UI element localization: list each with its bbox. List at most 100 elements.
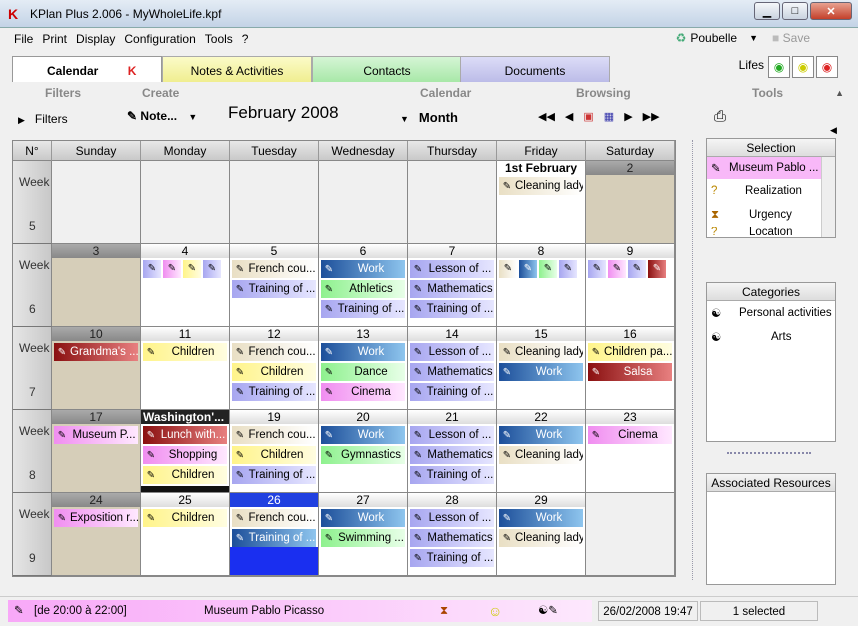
event-item[interactable]: ✎ Gymnastics	[321, 446, 405, 464]
event-item[interactable]: ✎ Training of ...	[232, 383, 316, 401]
event-item[interactable]: ✎ Mathematics	[410, 446, 494, 464]
selection-item[interactable]: ? Location	[707, 227, 835, 237]
event-item[interactable]: ✎ Children	[143, 509, 227, 527]
day-cell[interactable]: 4 ✎ ✎ ✎ ✎	[141, 244, 230, 327]
event-item[interactable]: ✎ Children	[143, 466, 227, 484]
event-item[interactable]: ✎ Cleaning lady	[499, 343, 583, 361]
event-item[interactable]: ✎ Shopping	[143, 446, 227, 464]
minimize-button[interactable]: ▁	[754, 2, 780, 20]
event-chip[interactable]: ✎	[648, 260, 666, 278]
collapse-icon[interactable]: ▲	[835, 88, 844, 98]
day-cell[interactable]: 3	[52, 244, 141, 327]
event-item[interactable]: ✎ Training of ...	[410, 383, 494, 401]
event-item[interactable]: ✎ Lesson of ...	[410, 509, 494, 527]
event-chip[interactable]: ✎	[539, 260, 557, 278]
day-cell[interactable]: 21 ✎ Lesson of ... ✎ Mathematics ✎ Training of…	[408, 410, 497, 493]
day-cell[interactable]: 1st February ✎ Cleaning lady	[497, 161, 586, 244]
event-item[interactable]: ✎ French cou...	[232, 343, 316, 361]
tab-calendar[interactable]: Calendar K	[12, 56, 162, 82]
event-chip[interactable]: ✎	[588, 260, 606, 278]
event-item[interactable]: ✎ Lesson of ...	[410, 343, 494, 361]
event-chip[interactable]: ✎	[628, 260, 646, 278]
event-item[interactable]: ✎ French cou...	[232, 509, 316, 527]
event-item[interactable]: ✎ Children	[232, 446, 316, 464]
event-item[interactable]: ✎ Cleaning lady	[499, 446, 583, 464]
selection-scrollbar[interactable]	[821, 157, 835, 237]
event-item[interactable]: ✎ Work	[499, 426, 583, 444]
last-page-icon[interactable]: ▶▶	[643, 110, 660, 123]
day-cell[interactable]: 19 ✎ French cou... ✎ Children ✎ Training of ..…	[230, 410, 319, 493]
day-cell[interactable]	[230, 161, 319, 244]
next-page-icon[interactable]: ▶	[624, 110, 632, 123]
close-button[interactable]: ✕	[810, 2, 852, 20]
day-cell[interactable]	[141, 161, 230, 244]
day-cell[interactable]: 13 ✎ Work ✎ Dance ✎ Cinema	[319, 327, 408, 410]
create-note-button[interactable]: ✎ Note... ▼	[127, 109, 197, 123]
today-icon[interactable]: ▣	[583, 110, 593, 123]
day-cell[interactable]	[408, 161, 497, 244]
day-cell[interactable]: 27 ✎ Work ✎ Swimming ...	[319, 493, 408, 576]
event-item[interactable]: ✎ Children	[232, 363, 316, 381]
event-chip[interactable]: ✎	[203, 260, 221, 278]
event-chip[interactable]: ✎	[519, 260, 537, 278]
side-collapse-icon[interactable]: ◀	[830, 125, 837, 136]
event-item[interactable]: ✎ Training of ...	[232, 529, 316, 547]
event-item[interactable]: ✎ Training of ...	[410, 300, 494, 318]
event-item[interactable]: ✎ French cou...	[232, 426, 316, 444]
day-cell[interactable]: 22 ✎ Work ✎ Cleaning lady	[497, 410, 586, 493]
event-item[interactable]: ✎ Lesson of ...	[410, 260, 494, 278]
event-item[interactable]: ✎ Cleaning lady	[499, 177, 583, 195]
day-cell[interactable]	[52, 161, 141, 244]
tab-notes[interactable]: Notes & Activities	[162, 56, 312, 82]
event-item[interactable]: ✎ Athletics	[321, 280, 405, 298]
event-item[interactable]: ✎ Cinema	[588, 426, 672, 444]
first-page-icon[interactable]: ◀◀	[538, 110, 555, 123]
selection-item[interactable]: ? Realization	[707, 179, 835, 203]
day-cell[interactable]: 14 ✎ Lesson of ... ✎ Mathematics ✎ Training of…	[408, 327, 497, 410]
day-cell[interactable]: 28 ✎ Lesson of ... ✎ Mathematics ✎ Training of…	[408, 493, 497, 576]
event-chip[interactable]: ✎	[499, 260, 517, 278]
life-red-button[interactable]: ◉	[816, 56, 838, 78]
event-item[interactable]: ✎ Work	[321, 509, 405, 527]
day-cell[interactable]: 16 ✎ Children pa... ✎ Salsa	[586, 327, 675, 410]
event-item[interactable]: ✎ Exposition r...	[54, 509, 138, 527]
event-item[interactable]: ✎ Cleaning lady	[499, 529, 583, 547]
day-cell[interactable]: 26 ✎ French cou... ✎ Training of ...	[230, 493, 319, 576]
selection-item[interactable]: ✎ Museum Pablo ...	[707, 157, 835, 179]
tab-documents[interactable]: Documents	[460, 56, 610, 82]
event-item[interactable]: ✎ Work	[321, 343, 405, 361]
poubelle-button[interactable]: ♻ Poubelle ▼	[676, 31, 758, 45]
day-cell[interactable]: 2	[586, 161, 675, 244]
event-item[interactable]: ✎ Work	[321, 260, 405, 278]
selection-item[interactable]: ⧗ Urgency	[707, 203, 835, 227]
event-chip[interactable]: ✎	[608, 260, 626, 278]
day-cell[interactable]: 25 ✎ Children	[141, 493, 230, 576]
category-item[interactable]: ☯ Arts	[707, 325, 835, 349]
maximize-button[interactable]: □	[782, 2, 808, 20]
event-chip[interactable]: ✎	[163, 260, 181, 278]
life-green-button[interactable]: ◉	[768, 56, 790, 78]
day-cell[interactable]	[586, 493, 675, 576]
day-cell[interactable]: 11 ✎ Children	[141, 327, 230, 410]
menu-tools[interactable]: Tools	[205, 32, 233, 46]
event-item[interactable]: ✎ Cinema	[321, 383, 405, 401]
day-cell[interactable]: 17 ✎ Museum P...	[52, 410, 141, 493]
event-item[interactable]: ✎ Training of ...	[410, 549, 494, 567]
event-chip[interactable]: ✎	[559, 260, 577, 278]
menu-display[interactable]: Display	[76, 32, 115, 46]
day-cell[interactable]: 9 ✎ ✎ ✎ ✎	[586, 244, 675, 327]
menu-print[interactable]: Print	[42, 32, 67, 46]
event-item[interactable]: ✎ Swimming ...	[321, 529, 405, 547]
day-cell[interactable]: 24 ✎ Exposition r...	[52, 493, 141, 576]
event-item[interactable]: ✎ Training of ...	[232, 466, 316, 484]
splitter-handle[interactable]	[727, 452, 811, 454]
event-chip[interactable]: ✎	[143, 260, 161, 278]
event-item[interactable]: ✎ Training of ...	[321, 300, 405, 318]
prev-page-icon[interactable]: ◀	[565, 110, 573, 123]
event-item[interactable]: ✎ Children pa...	[588, 343, 672, 361]
event-item[interactable]: ✎ Work	[499, 509, 583, 527]
tab-contacts[interactable]: Contacts	[312, 56, 462, 82]
day-cell[interactable]: Washington'... ✎ Lunch with... ✎ Shopping ✎ Ch…	[141, 410, 230, 493]
menu-configuration[interactable]: Configuration	[124, 32, 195, 46]
day-cell[interactable]: 8 ✎ ✎ ✎ ✎	[497, 244, 586, 327]
